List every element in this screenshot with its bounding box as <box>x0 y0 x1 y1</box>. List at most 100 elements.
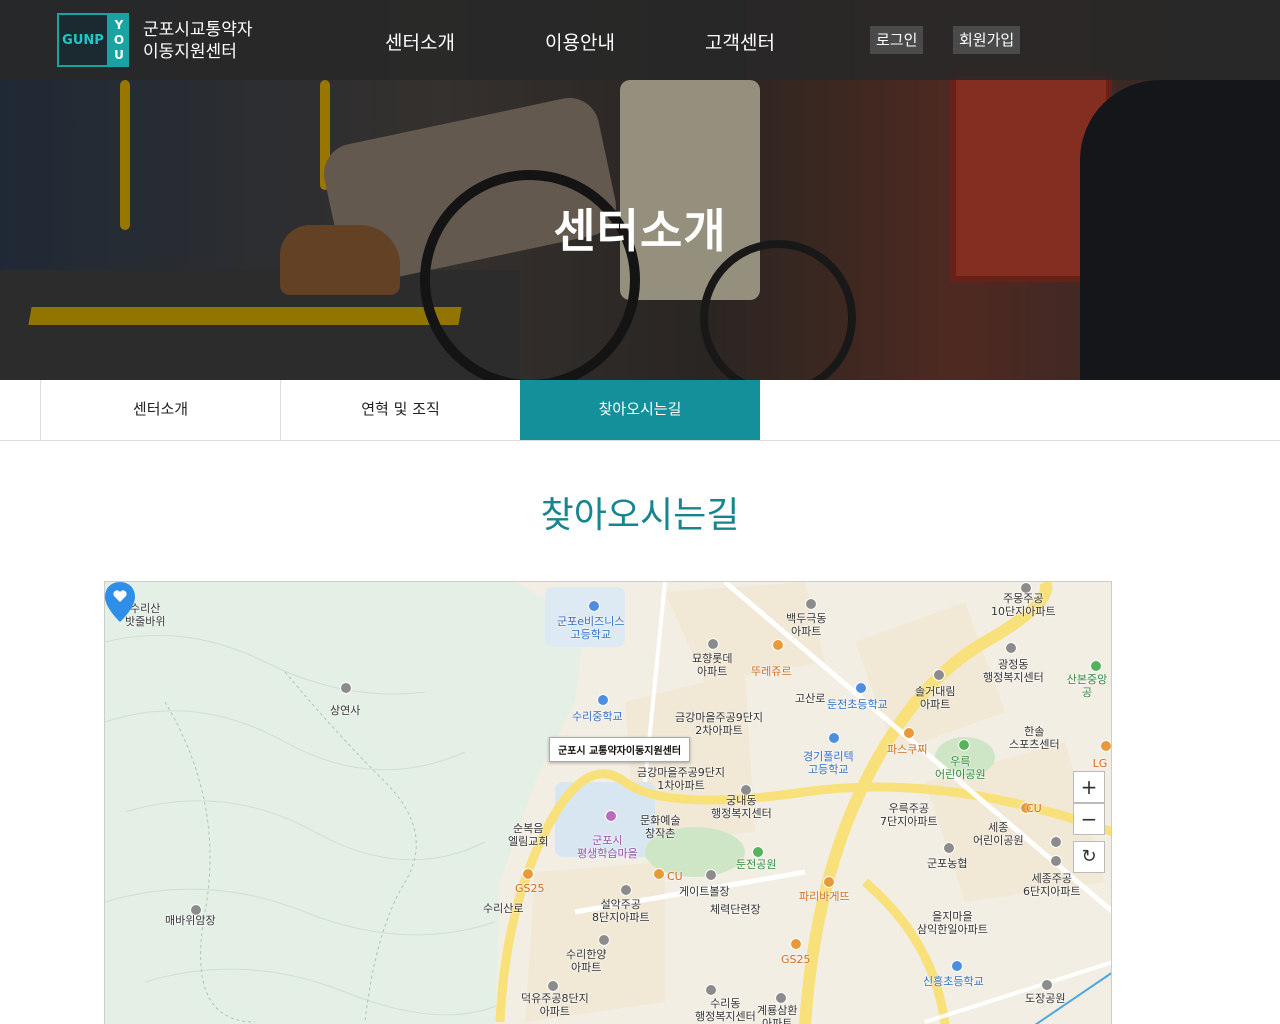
map-poi-icon[interactable] <box>933 669 945 681</box>
map-place-label[interactable]: 계룡삼환 아파트 <box>757 1004 797 1024</box>
map-place-label[interactable]: 금강마을주공9단지 1차아파트 <box>637 766 725 792</box>
tab-history-organization[interactable]: 연혁 및 조직 <box>280 380 520 440</box>
zoom-in-button[interactable]: + <box>1073 771 1105 803</box>
map-poi-icon[interactable] <box>653 868 665 880</box>
map-poi-icon[interactable] <box>705 984 717 996</box>
nav-item-center-intro[interactable]: 센터소개 <box>385 28 455 55</box>
map-poi-icon[interactable] <box>903 727 915 739</box>
org-name[interactable]: 군포시교통약자 이동지원센터 <box>143 19 252 63</box>
map-place-label[interactable]: 을지마을 삼익한일아파트 <box>917 910 988 936</box>
map-place-label[interactable]: 군포농협 <box>927 857 967 870</box>
contour-line <box>105 710 466 771</box>
map-poi-icon[interactable] <box>620 884 632 896</box>
map-place-label[interactable]: 도장공원 <box>1025 992 1065 1005</box>
location-pin-icon[interactable] <box>105 582 135 622</box>
map-poi-icon[interactable] <box>1005 642 1017 654</box>
map-poi-icon[interactable] <box>707 638 719 650</box>
map-poi-icon[interactable] <box>598 934 610 946</box>
map-poi-icon[interactable] <box>790 938 802 950</box>
map-poi-icon[interactable] <box>547 980 559 992</box>
map-poi-icon[interactable] <box>943 842 955 854</box>
map-poi-icon[interactable] <box>1050 836 1062 848</box>
map-poi-icon[interactable] <box>775 992 787 1004</box>
map-poi-icon[interactable] <box>597 694 609 706</box>
logo-letter: Y <box>114 17 124 32</box>
map-place-label[interactable]: 광정동 행정복지센터 <box>983 658 1044 684</box>
map-place-label[interactable]: 세종 어린이공원 <box>973 821 1024 847</box>
map-place-label[interactable]: 파스쿠찌 <box>887 743 927 756</box>
map-poi-icon[interactable] <box>855 682 867 694</box>
map-place-label[interactable]: CU <box>1026 802 1042 815</box>
tab-directions[interactable]: 찾아오시는길 <box>520 380 760 440</box>
map-place-label[interactable]: GS25 <box>515 882 545 895</box>
tab-center-intro[interactable]: 센터소개 <box>40 380 280 440</box>
map-place-label[interactable]: 둔전초등학교 <box>827 698 888 711</box>
map-place-label[interactable]: 고산로 <box>795 692 825 705</box>
map-place-label[interactable]: 순복음 엘림교회 <box>508 822 548 848</box>
sub-tabs: 센터소개 연혁 및 조직 찾아오시는길 <box>0 380 1280 441</box>
org-name-line1: 군포시교통약자 <box>143 20 253 40</box>
map-place-label[interactable]: 세종주공 6단지아파트 <box>1023 872 1081 898</box>
map-place-label[interactable]: 수리산로 <box>483 902 523 915</box>
login-button[interactable]: 로그인 <box>870 26 924 54</box>
map-poi-icon[interactable] <box>772 639 784 651</box>
map-place-label[interactable]: CU <box>667 870 683 883</box>
map-place-label[interactable]: 게이트볼장 <box>679 885 730 898</box>
map-place-label[interactable]: 뚜레쥬르 <box>751 665 791 678</box>
map-poi-icon[interactable] <box>828 732 840 744</box>
map-place-label[interactable]: 산본중앙공 <box>1063 673 1111 699</box>
zoom-out-button[interactable]: − <box>1073 803 1105 835</box>
map-place-label[interactable]: 군포시 평생학습마을 <box>577 834 638 860</box>
map-place-label[interactable]: 수리중학교 <box>572 710 623 723</box>
logo-mark-side: Y O U <box>109 13 129 67</box>
map-marker-label[interactable]: 군포시 교통약자이동지원센터 <box>549 737 691 762</box>
contour-line <box>105 888 496 936</box>
map-place-label[interactable]: 파리바게뜨 <box>799 890 850 903</box>
map-place-label[interactable]: 상연사 <box>330 704 360 717</box>
map-place-label[interactable]: 솔거대림 아파트 <box>915 685 955 711</box>
map-poi-icon[interactable] <box>1100 740 1111 752</box>
map-place-label[interactable]: 우륵주공 7단지아파트 <box>880 802 938 828</box>
map-place-label[interactable]: 덕유주공8단지 아파트 <box>521 992 589 1018</box>
map-poi-icon[interactable] <box>605 810 617 822</box>
map-place-label[interactable]: 한솔 스포츠센터 <box>1009 725 1060 751</box>
map-place-label[interactable]: 우륵 어린이공원 <box>935 755 986 781</box>
trail <box>284 671 417 1023</box>
map-place-label[interactable]: 수리동 행정복지센터 <box>695 997 756 1023</box>
hero-title: 센터소개 <box>553 204 727 258</box>
map-place-label[interactable]: 신흥초등학교 <box>923 975 984 988</box>
site-logo[interactable]: GUNP Y O U <box>57 13 129 67</box>
map-place-label[interactable]: 주몽주공 10단지아파트 <box>991 592 1056 618</box>
map-place-label[interactable]: 둔전공원 <box>736 858 776 871</box>
map-poi-icon[interactable] <box>958 739 970 751</box>
map-poi-icon[interactable] <box>1050 855 1062 867</box>
map-place-label[interactable]: 매바위암장 <box>165 914 216 927</box>
map-place-label[interactable]: 금강마을주공9단지 2차아파트 <box>675 711 763 737</box>
map-place-label[interactable]: 경기폴리텍 고등학교 <box>803 750 854 776</box>
map-poi-icon[interactable] <box>805 598 817 610</box>
location-map[interactable]: 수리산 밧줄바위 상연사 매바위암장 군포e비즈니스 고등학교 수리중학교 순복음 엘림교… <box>104 581 1112 1024</box>
map-place-label[interactable]: 군포e비즈니스 고등학교 <box>557 615 625 641</box>
map-place-label[interactable]: 문화예술 창작촌 <box>640 814 680 840</box>
map-reset-button[interactable]: ↻ <box>1073 841 1105 873</box>
map-poi-icon[interactable] <box>1041 979 1053 991</box>
map-place-label[interactable]: GS25 <box>781 953 811 966</box>
map-place-label[interactable]: 체력단련장 <box>710 903 761 916</box>
map-poi-icon[interactable] <box>752 846 764 858</box>
map-poi-icon[interactable] <box>1090 660 1102 672</box>
map-place-label[interactable]: 백두극동 아파트 <box>786 612 826 638</box>
map-place-label[interactable]: 수리한양 아파트 <box>566 948 606 974</box>
map-place-label[interactable]: 묘향롯데 아파트 <box>692 652 732 678</box>
map-poi-icon[interactable] <box>951 960 963 972</box>
map-poi-icon[interactable] <box>823 876 835 888</box>
signup-button[interactable]: 회원가입 <box>953 26 1021 54</box>
map-place-label[interactable]: 설악주공 8단지아파트 <box>592 898 650 924</box>
map-place-label[interactable]: 궁내동 행정복지센터 <box>711 794 772 820</box>
map-poi-icon[interactable] <box>340 682 352 694</box>
map-poi-icon[interactable] <box>522 868 534 880</box>
map-poi-icon[interactable] <box>588 600 600 612</box>
section-title: 찾아오시는길 <box>540 495 740 536</box>
nav-item-customer-center[interactable]: 고객센터 <box>705 28 775 55</box>
nav-item-usage-guide[interactable]: 이용안내 <box>545 28 615 55</box>
map-poi-icon[interactable] <box>705 869 717 881</box>
